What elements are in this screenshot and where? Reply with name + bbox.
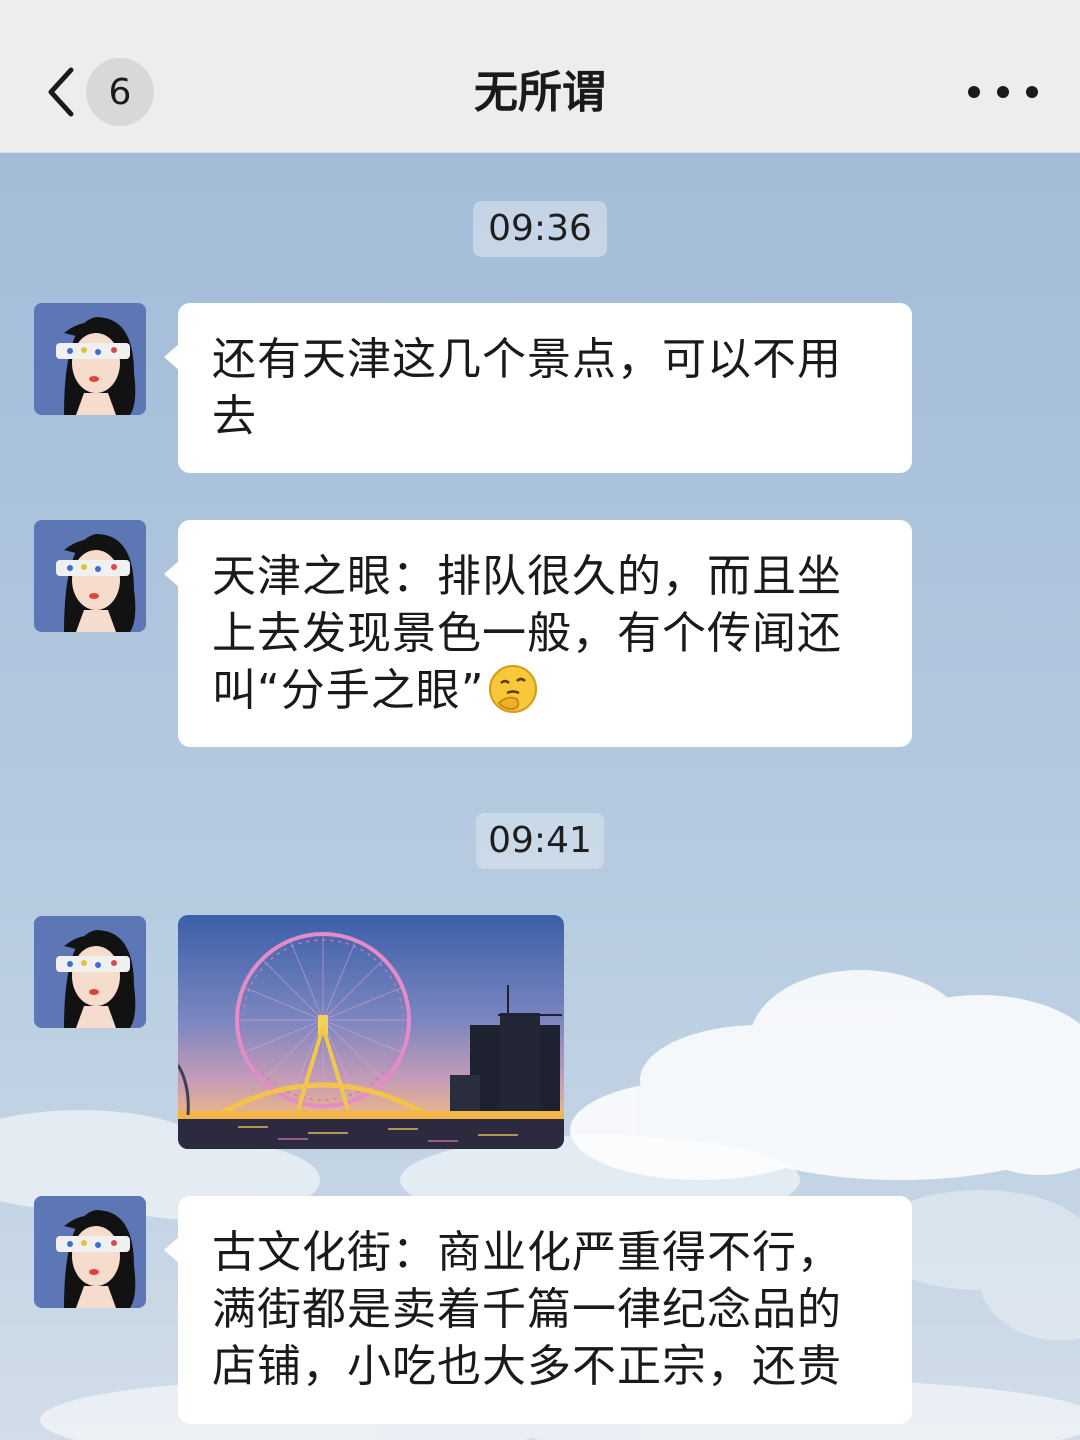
unread-count-badge[interactable]: 6 (86, 58, 154, 126)
avatar-illustration (34, 1196, 146, 1308)
thinking-face-emoji (488, 665, 537, 713)
more-dots-icon (997, 86, 1009, 98)
tianjin-eye-ferris-wheel-photo[interactable] (178, 915, 564, 1149)
message-bubble[interactable]: 天津之眼：排队很久的，而且坐上去发现景色一般，有个传闻还叫“分手之眼” (164, 520, 912, 747)
chevron-left-icon (48, 67, 74, 117)
chat-title: 无所谓 (474, 67, 606, 118)
avatar-illustration (34, 520, 146, 632)
avatar[interactable] (34, 303, 146, 415)
back-button[interactable] (38, 60, 84, 124)
chat-screen: 6 无所谓 09:36 还有天津这几个景点，可以不用去 天津之眼：排队很久的，而… (0, 0, 1080, 1440)
avatar[interactable] (34, 1196, 146, 1308)
more-dots-icon (968, 86, 980, 98)
avatar[interactable] (34, 520, 146, 632)
avatar[interactable] (34, 916, 146, 1028)
avatar-illustration (34, 303, 146, 415)
message-text: 还有天津这几个景点，可以不用去 (212, 334, 842, 442)
more-options-button[interactable] (968, 70, 1038, 114)
message-bubble[interactable]: 古文化街：商业化严重得不行，满街都是卖着千篇一律纪念品的店铺，小吃也大多不正宗，… (164, 1196, 912, 1424)
message-timestamp: 09:36 (473, 201, 607, 257)
unread-count: 6 (108, 71, 132, 113)
message-timestamp: 09:41 (476, 813, 604, 869)
chat-header: 6 无所谓 (0, 0, 1080, 153)
message-bubble[interactable]: 还有天津这几个景点，可以不用去 (164, 303, 912, 473)
more-dots-icon (1026, 86, 1038, 98)
message-text: 古文化街：商业化严重得不行，满街都是卖着千篇一律纪念品的店铺，小吃也大多不正宗，… (212, 1227, 842, 1392)
avatar-illustration (34, 916, 146, 1028)
